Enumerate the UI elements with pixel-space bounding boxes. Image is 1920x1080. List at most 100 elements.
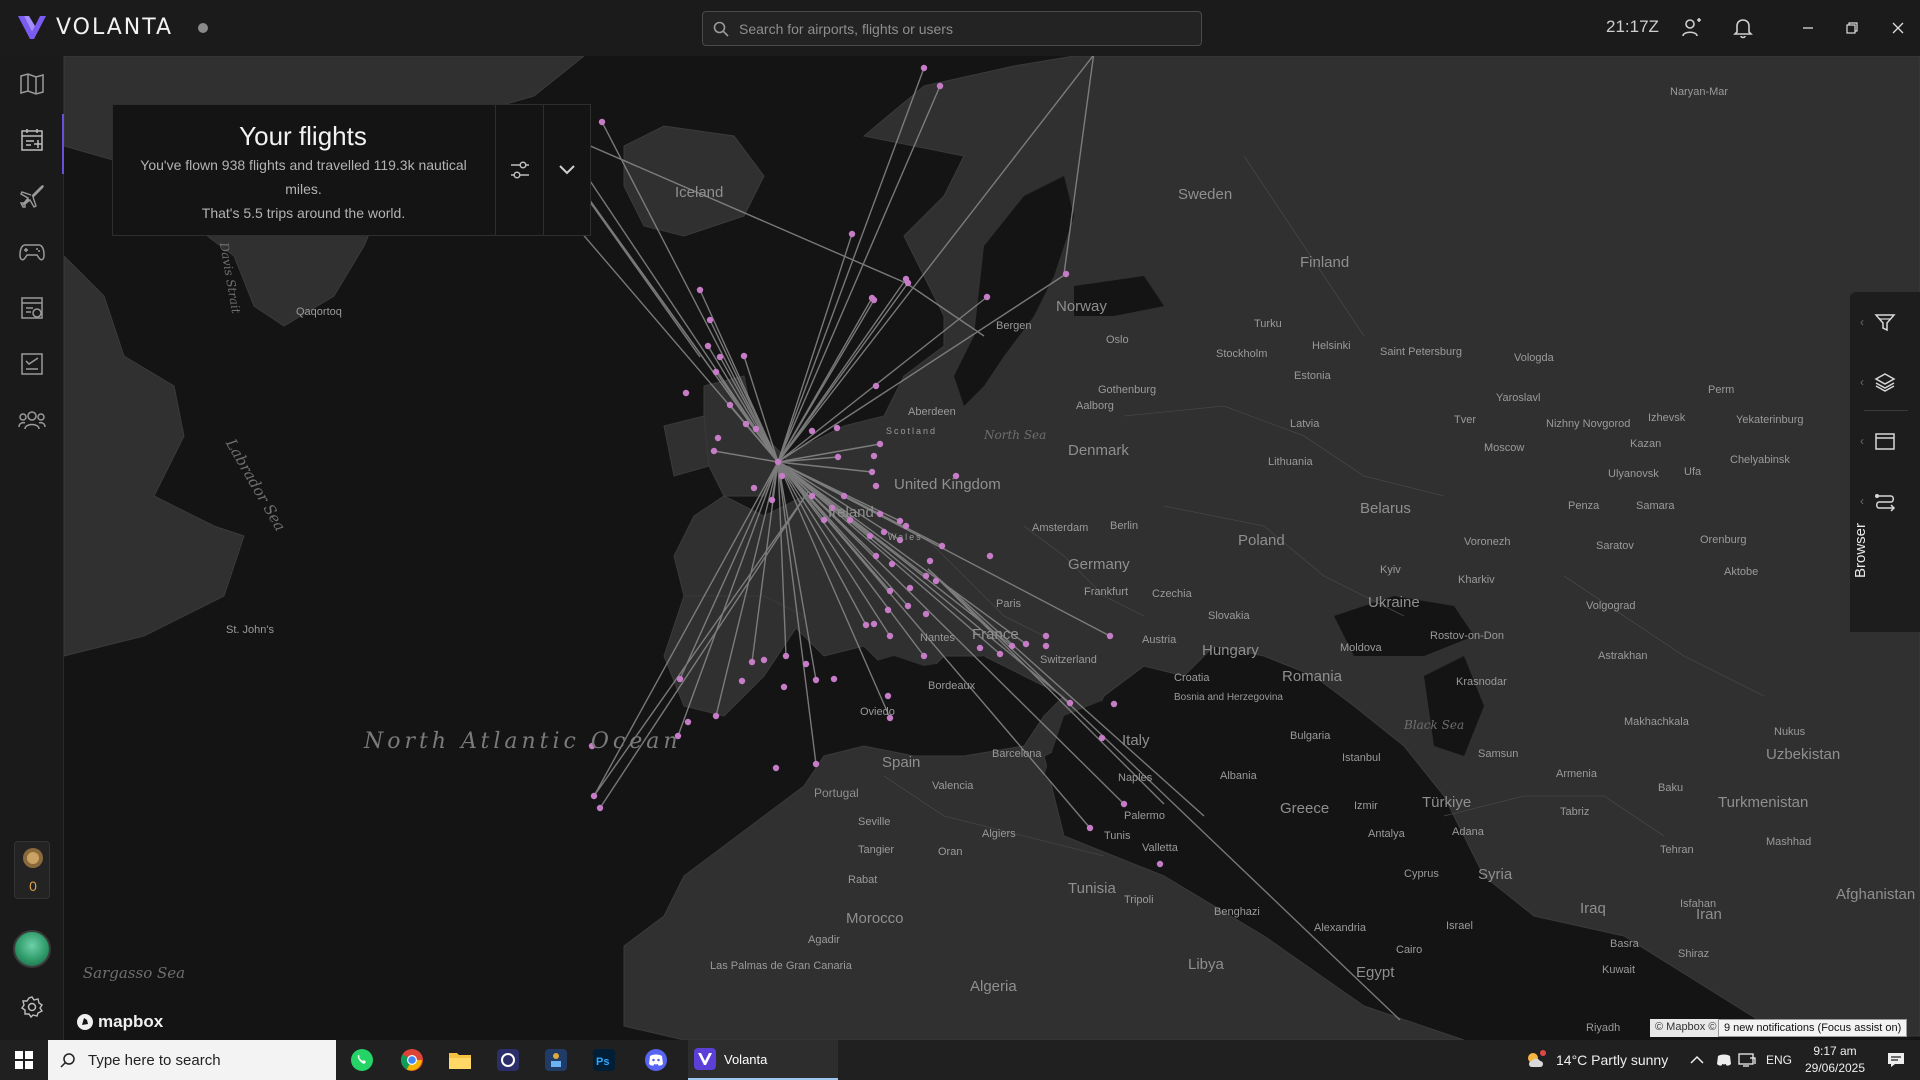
airport-marker[interactable] bbox=[870, 452, 878, 460]
map-attribution[interactable]: © Mapbox © bbox=[1650, 1019, 1722, 1037]
airport-marker[interactable] bbox=[714, 434, 722, 442]
minimize-button[interactable] bbox=[1794, 14, 1822, 42]
airport-marker[interactable] bbox=[880, 528, 888, 536]
airport-marker[interactable] bbox=[598, 118, 606, 126]
airport-marker[interactable] bbox=[1106, 632, 1114, 640]
airport-marker[interactable] bbox=[1022, 640, 1030, 648]
airport-marker[interactable] bbox=[938, 542, 946, 550]
airport-marker[interactable] bbox=[1042, 642, 1050, 650]
airport-marker[interactable] bbox=[996, 650, 1004, 658]
action-center-button[interactable] bbox=[1878, 1040, 1914, 1080]
nav-logbook[interactable] bbox=[14, 122, 50, 158]
airport-marker[interactable] bbox=[884, 606, 892, 614]
airport-marker[interactable] bbox=[710, 447, 718, 455]
airport-marker[interactable] bbox=[868, 468, 876, 476]
nav-community[interactable] bbox=[14, 402, 50, 438]
airport-marker[interactable] bbox=[812, 676, 820, 684]
restore-button[interactable] bbox=[1838, 14, 1866, 42]
taskbar-volanta[interactable]: Volanta bbox=[688, 1040, 838, 1080]
airport-marker[interactable] bbox=[830, 675, 838, 683]
airport-marker[interactable] bbox=[1066, 699, 1074, 707]
airport-marker[interactable] bbox=[740, 352, 748, 360]
airport-marker[interactable] bbox=[706, 316, 714, 324]
airport-marker[interactable] bbox=[872, 482, 880, 490]
airport-marker[interactable] bbox=[886, 632, 894, 640]
airport-marker[interactable] bbox=[808, 492, 816, 500]
airport-marker[interactable] bbox=[922, 572, 930, 580]
airport-marker[interactable] bbox=[906, 584, 914, 592]
map-routes-tool[interactable]: ‹ bbox=[1850, 476, 1920, 526]
airport-marker[interactable] bbox=[1120, 800, 1128, 808]
airport-marker[interactable] bbox=[726, 401, 734, 409]
airport-marker[interactable] bbox=[872, 552, 880, 560]
airport-marker[interactable] bbox=[716, 353, 724, 361]
airport-marker[interactable] bbox=[920, 64, 928, 72]
airport-marker[interactable] bbox=[712, 712, 720, 720]
airport-marker[interactable] bbox=[760, 656, 768, 664]
airport-marker[interactable] bbox=[704, 342, 712, 350]
nav-map[interactable] bbox=[14, 66, 50, 102]
close-button[interactable] bbox=[1884, 14, 1912, 42]
volanta-logo[interactable]: VOLANTA bbox=[16, 13, 173, 41]
airport-marker[interactable] bbox=[712, 368, 720, 376]
taskbar-whatsapp[interactable] bbox=[338, 1040, 386, 1080]
airport-marker[interactable] bbox=[833, 424, 841, 432]
start-button[interactable] bbox=[0, 1040, 48, 1080]
airport-marker[interactable] bbox=[876, 440, 884, 448]
airport-marker[interactable] bbox=[742, 420, 750, 428]
achievements-badge[interactable]: 0 bbox=[14, 841, 50, 899]
airport-marker[interactable] bbox=[782, 652, 790, 660]
map-filter-tool[interactable]: ‹ bbox=[1850, 297, 1920, 347]
taskbar-weather[interactable]: 14°C Partly sunny bbox=[1524, 1040, 1668, 1080]
tray-language[interactable]: ENG bbox=[1766, 1040, 1792, 1080]
airport-marker[interactable] bbox=[682, 389, 690, 397]
airport-marker[interactable] bbox=[876, 510, 884, 518]
airport-marker[interactable] bbox=[986, 552, 994, 560]
taskbar-chrome[interactable] bbox=[388, 1040, 436, 1080]
airport-marker[interactable] bbox=[590, 792, 598, 800]
tray-network[interactable] bbox=[1738, 1040, 1756, 1080]
airport-marker[interactable] bbox=[778, 472, 786, 480]
airport-marker[interactable] bbox=[848, 230, 856, 238]
nav-checklist[interactable] bbox=[14, 346, 50, 382]
airport-marker[interactable] bbox=[868, 294, 876, 302]
notification-toast[interactable]: 9 new notifications (Focus assist on) bbox=[1718, 1019, 1908, 1037]
airport-marker[interactable] bbox=[920, 652, 928, 660]
search-input[interactable]: Search for airports, flights or users bbox=[702, 11, 1202, 46]
friends-button[interactable] bbox=[1678, 14, 1706, 42]
airport-marker[interactable] bbox=[676, 675, 684, 683]
airport-marker[interactable] bbox=[926, 557, 934, 565]
airport-marker[interactable] bbox=[936, 82, 944, 90]
airport-marker[interactable] bbox=[904, 279, 912, 287]
airport-marker[interactable] bbox=[1110, 700, 1118, 708]
airport-marker[interactable] bbox=[840, 492, 848, 500]
airport-marker[interactable] bbox=[904, 602, 912, 610]
airport-marker[interactable] bbox=[820, 516, 828, 524]
nav-reports[interactable] bbox=[14, 290, 50, 326]
airport-marker[interactable] bbox=[774, 458, 782, 466]
flights-filter-button[interactable] bbox=[495, 105, 543, 235]
tray-discord[interactable] bbox=[1716, 1040, 1732, 1080]
airport-marker[interactable] bbox=[1098, 734, 1106, 742]
airport-marker[interactable] bbox=[896, 517, 904, 525]
airport-marker[interactable] bbox=[768, 496, 776, 504]
airport-marker[interactable] bbox=[750, 484, 758, 492]
flights-expand-button[interactable] bbox=[543, 105, 590, 235]
airport-marker[interactable] bbox=[812, 760, 820, 768]
airport-marker[interactable] bbox=[976, 644, 984, 652]
nav-simulator[interactable] bbox=[14, 234, 50, 270]
taskbar-discord[interactable] bbox=[632, 1040, 680, 1080]
map-calendar-tool[interactable]: ‹ bbox=[1850, 416, 1920, 466]
taskbar-file-explorer[interactable] bbox=[436, 1040, 484, 1080]
browser-label[interactable]: Browser bbox=[1852, 523, 1869, 578]
airport-marker[interactable] bbox=[738, 677, 746, 685]
map-layers-tool[interactable]: ‹ bbox=[1850, 357, 1920, 407]
airport-marker[interactable] bbox=[902, 522, 910, 530]
user-avatar[interactable] bbox=[13, 930, 51, 968]
airport-marker[interactable] bbox=[802, 660, 810, 668]
taskbar-search[interactable]: Type here to search bbox=[48, 1040, 336, 1080]
airport-marker[interactable] bbox=[696, 286, 704, 294]
airport-marker[interactable] bbox=[1008, 642, 1016, 650]
airport-marker[interactable] bbox=[596, 804, 604, 812]
airport-marker[interactable] bbox=[872, 382, 880, 390]
